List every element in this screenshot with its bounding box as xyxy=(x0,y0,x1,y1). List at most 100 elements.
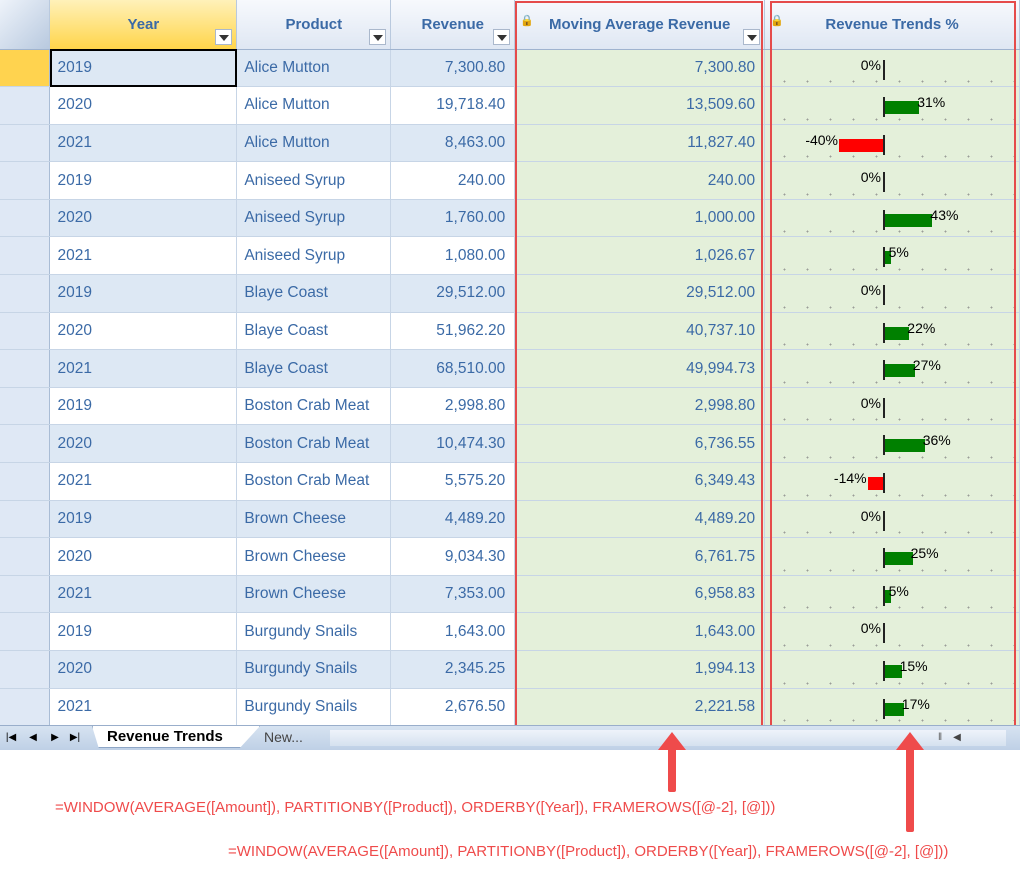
sheet-tab-new[interactable]: New... xyxy=(250,726,340,748)
last-sheet-icon[interactable]: ▶| xyxy=(68,730,82,745)
row-selector[interactable] xyxy=(0,236,51,276)
first-sheet-icon[interactable]: |◀ xyxy=(4,730,18,745)
revenue-trend-cell[interactable]: 0% xyxy=(764,612,1020,651)
sheet-tab-revenue-trends[interactable]: Revenue Trends xyxy=(92,726,260,748)
revenue-trend-cell[interactable]: 5% xyxy=(764,575,1020,614)
row-selector[interactable] xyxy=(0,387,51,426)
year-cell[interactable]: 2020 xyxy=(49,199,238,238)
product-cell[interactable]: Aniseed Syrup xyxy=(236,161,392,200)
revenue-cell[interactable]: 7,300.80 xyxy=(390,49,516,88)
product-cell[interactable]: Blaye Coast xyxy=(236,349,392,388)
row-selector[interactable] xyxy=(0,650,51,689)
product-cell[interactable]: Brown Cheese xyxy=(236,500,392,539)
revenue-cell[interactable]: 240.00 xyxy=(390,161,516,200)
year-cell[interactable]: 2021 xyxy=(49,575,238,614)
year-cell[interactable]: 2019 xyxy=(49,500,238,539)
product-cell[interactable]: Blaye Coast xyxy=(236,312,392,351)
moving-average-cell[interactable]: 6,349.43 xyxy=(514,462,766,501)
column-header-year[interactable]: Year xyxy=(49,0,238,50)
product-cell[interactable]: Aniseed Syrup xyxy=(236,236,392,276)
year-cell[interactable]: 2021 xyxy=(49,349,238,388)
moving-average-cell[interactable]: 11,827.40 xyxy=(514,124,766,163)
moving-average-cell[interactable]: 1,994.13 xyxy=(514,650,766,689)
revenue-trend-cell[interactable]: 43% xyxy=(764,199,1020,238)
column-header-moving-average[interactable]: 🔒 Moving Average Revenue xyxy=(514,0,766,50)
moving-average-cell[interactable]: 40,737.10 xyxy=(514,312,766,351)
row-selector[interactable] xyxy=(0,312,51,351)
year-cell[interactable]: 2020 xyxy=(49,312,238,351)
revenue-cell[interactable]: 2,998.80 xyxy=(390,387,516,426)
row-selector[interactable] xyxy=(0,575,51,614)
year-cell[interactable]: 2020 xyxy=(49,537,238,576)
moving-average-cell[interactable]: 6,736.55 xyxy=(514,424,766,464)
row-selector[interactable] xyxy=(0,612,51,651)
year-cell[interactable]: 2021 xyxy=(49,124,238,163)
moving-average-cell[interactable]: 2,998.80 xyxy=(514,387,766,426)
moving-average-cell[interactable]: 6,958.83 xyxy=(514,575,766,614)
product-cell[interactable]: Alice Mutton xyxy=(236,49,392,88)
revenue-cell[interactable]: 8,463.00 xyxy=(390,124,516,163)
product-cell[interactable]: Burgundy Snails xyxy=(236,688,392,727)
moving-average-cell[interactable]: 29,512.00 xyxy=(514,274,766,313)
revenue-cell[interactable]: 10,474.30 xyxy=(390,424,516,464)
year-cell[interactable]: 2019 xyxy=(49,161,238,200)
product-cell[interactable]: Alice Mutton xyxy=(236,124,392,163)
revenue-trend-cell[interactable]: 25% xyxy=(764,537,1020,576)
product-cell[interactable]: Brown Cheese xyxy=(236,537,392,576)
revenue-filter-dropdown-icon[interactable] xyxy=(493,28,511,45)
row-selector[interactable] xyxy=(0,161,51,200)
product-cell[interactable]: Burgundy Snails xyxy=(236,612,392,651)
column-header-product[interactable]: Product xyxy=(236,0,392,50)
revenue-cell[interactable]: 7,353.00 xyxy=(390,575,516,614)
next-sheet-icon[interactable]: ▶ xyxy=(48,730,62,745)
row-selector[interactable] xyxy=(0,49,51,88)
year-cell[interactable]: 2021 xyxy=(49,462,238,501)
product-filter-dropdown-icon[interactable] xyxy=(369,28,387,45)
revenue-trend-cell[interactable]: 0% xyxy=(764,500,1020,539)
revenue-cell[interactable]: 1,760.00 xyxy=(390,199,516,238)
revenue-trend-cell[interactable]: -14% xyxy=(764,462,1020,501)
moving-average-cell[interactable]: 49,994.73 xyxy=(514,349,766,388)
revenue-trend-cell[interactable]: 36% xyxy=(764,424,1020,464)
revenue-cell[interactable]: 19,718.40 xyxy=(390,86,516,125)
revenue-cell[interactable]: 2,676.50 xyxy=(390,688,516,727)
column-header-revenue-trends[interactable]: 🔒 Revenue Trends % xyxy=(764,0,1020,50)
year-cell[interactable]: 2020 xyxy=(49,424,238,464)
column-header-revenue[interactable]: Revenue xyxy=(390,0,516,50)
year-cell[interactable]: 2021 xyxy=(49,236,238,276)
moving-average-cell[interactable]: 1,000.00 xyxy=(514,199,766,238)
moving-average-cell[interactable]: 7,300.80 xyxy=(514,49,766,88)
year-cell[interactable]: 2020 xyxy=(49,86,238,125)
product-cell[interactable]: Boston Crab Meat xyxy=(236,462,392,501)
year-cell[interactable]: 2019 xyxy=(49,274,238,313)
product-cell[interactable]: Alice Mutton xyxy=(236,86,392,125)
revenue-cell[interactable]: 1,643.00 xyxy=(390,612,516,651)
year-filter-dropdown-icon[interactable] xyxy=(215,28,233,45)
revenue-cell[interactable]: 1,080.00 xyxy=(390,236,516,276)
revenue-trend-cell[interactable]: 5% xyxy=(764,236,1020,276)
product-cell[interactable]: Aniseed Syrup xyxy=(236,199,392,238)
year-cell[interactable]: 2019 xyxy=(49,612,238,651)
revenue-trend-cell[interactable]: 31% xyxy=(764,86,1020,125)
revenue-trend-cell[interactable]: 27% xyxy=(764,349,1020,388)
moving-average-cell[interactable]: 1,643.00 xyxy=(514,612,766,651)
scroll-left-icon[interactable]: ◀ xyxy=(950,730,964,746)
moving-average-cell[interactable]: 240.00 xyxy=(514,161,766,200)
prev-sheet-icon[interactable]: ◀ xyxy=(26,730,40,745)
moving-average-cell[interactable]: 6,761.75 xyxy=(514,537,766,576)
scroll-split-icon[interactable]: ‖ xyxy=(938,730,946,746)
revenue-trend-cell[interactable]: 15% xyxy=(764,650,1020,689)
revenue-trend-cell[interactable]: 0% xyxy=(764,274,1020,313)
product-cell[interactable]: Blaye Coast xyxy=(236,274,392,313)
revenue-cell[interactable]: 68,510.00 xyxy=(390,349,516,388)
moving-average-filter-dropdown-icon[interactable] xyxy=(743,28,761,45)
revenue-trend-cell[interactable]: 0% xyxy=(764,49,1020,88)
year-cell[interactable]: 2019 xyxy=(49,387,238,426)
row-selector[interactable] xyxy=(0,86,51,125)
revenue-cell[interactable]: 5,575.20 xyxy=(390,462,516,501)
revenue-cell[interactable]: 2,345.25 xyxy=(390,650,516,689)
revenue-trend-cell[interactable]: 17% xyxy=(764,688,1020,727)
revenue-cell[interactable]: 9,034.30 xyxy=(390,537,516,576)
moving-average-cell[interactable]: 4,489.20 xyxy=(514,500,766,539)
row-selector[interactable] xyxy=(0,500,51,539)
